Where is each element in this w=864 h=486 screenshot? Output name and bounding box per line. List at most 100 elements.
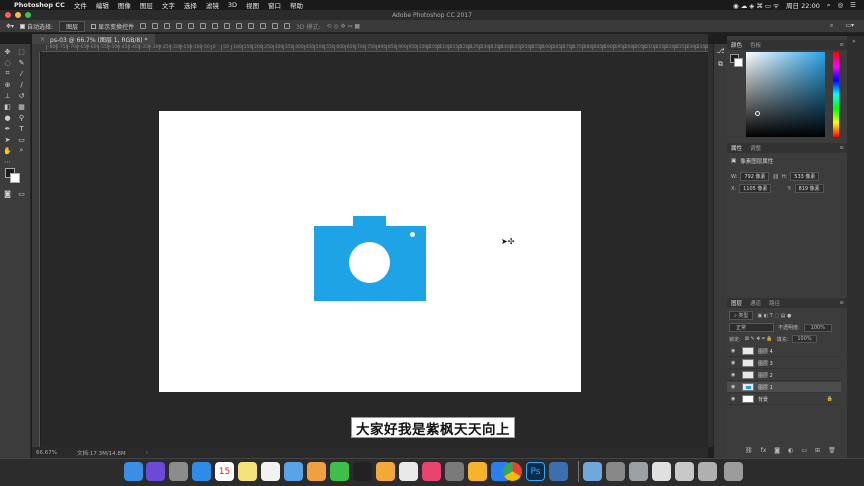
color-picker-field[interactable] [746,52,825,137]
lock-icons[interactable]: ⊠ ✎ ✥ ⌗ 🔒 [745,336,773,342]
app-window-icon[interactable] [629,462,648,481]
panel-menu-icon[interactable]: ≡ [839,42,844,48]
panel-menu-icon[interactable]: ≡ [839,300,844,306]
layer-row[interactable]: ◉ 图层 4 [727,346,841,357]
distribute-hcenter-icon[interactable] [260,23,267,29]
brush-tool-icon[interactable]: ∕ [17,80,26,89]
visibility-eye-icon[interactable]: ◉ [731,384,738,390]
visibility-eye-icon[interactable]: ◉ [731,396,738,402]
menu-item-3d[interactable]: 3D [228,1,237,9]
zoom-level[interactable]: 66.67% [36,450,57,456]
screen-capture-icon[interactable] [549,462,568,481]
fill-field[interactable]: 100% [792,335,817,343]
healing-brush-tool-icon[interactable]: ⊕ [3,80,12,89]
distribute-top-icon[interactable] [212,23,219,29]
align-right-icon[interactable] [200,23,207,29]
reminders-icon[interactable] [261,462,280,481]
new-group-icon[interactable]: ▭ [801,447,807,454]
layer-row-background[interactable]: ◉ 背景 🔒 [727,394,841,405]
eyedropper-tool-icon[interactable]: ⁄ [17,69,26,78]
finder-icon[interactable] [124,462,143,481]
trash-icon[interactable] [724,462,743,481]
app-window-icon[interactable] [652,462,671,481]
layer-filter-dropdown[interactable]: ⌕ 类型 [729,311,754,320]
chrome-icon[interactable] [503,462,522,481]
minimize-window-button[interactable] [15,12,21,18]
tab-swatches[interactable]: 色板 [750,41,761,49]
more-tools-icon[interactable]: ⋯ [3,157,12,166]
blur-tool-icon[interactable]: ● [3,113,12,122]
show-transform-checkbox[interactable]: 显示变换控件 [91,22,134,31]
status-icons[interactable]: ◉ ☁ ◈ ⌘ ▭ ᯤ [733,1,779,10]
link-layers-icon[interactable]: ⛓ [745,447,753,454]
visibility-eye-icon[interactable]: ◉ [731,372,738,378]
history-panel-icon[interactable]: ⎇ [716,46,725,55]
tab-channels[interactable]: 通道 [750,299,761,307]
close-tab-icon[interactable]: × [40,36,45,43]
menu-app-name[interactable]: Photoshop CC [14,1,65,9]
sketch-icon[interactable] [468,462,487,481]
menu-item-layer[interactable]: 图层 [140,0,153,10]
calendar-icon[interactable]: 15 [215,462,234,481]
app-window-icon[interactable] [606,462,625,481]
layer-row-active[interactable]: ◉ 图层 1 [727,382,841,393]
auto-select-dropdown[interactable]: 图层 [59,20,86,32]
move-tool-icon[interactable]: ✥▾ [6,23,14,30]
color-panel-swatch[interactable] [730,54,743,67]
menu-item-edit[interactable]: 编辑 [96,0,109,10]
layer-row[interactable]: ◉ 图层 2 [727,370,841,381]
textedit-icon[interactable] [399,462,418,481]
app-window-icon[interactable] [698,462,717,481]
menu-item-image[interactable]: 图像 [118,0,131,10]
tab-layers[interactable]: 图层 [731,299,742,307]
hand-tool-icon[interactable]: ✋ [3,146,12,155]
align-bottom-icon[interactable] [164,23,171,29]
lasso-tool-icon[interactable]: ◌ [3,58,12,67]
menu-item-select[interactable]: 选择 [184,0,197,10]
height-field[interactable]: 533 像素 [790,172,820,181]
menu-item-file[interactable]: 文件 [74,0,87,10]
launchpad-icon[interactable] [169,462,188,481]
blend-mode-dropdown[interactable]: 正常 [729,323,774,332]
path-select-tool-icon[interactable]: ➤ [3,135,12,144]
quick-select-tool-icon[interactable]: ✎ [17,58,26,67]
siri-menu-icon[interactable]: ◎ [838,1,844,9]
type-tool-icon[interactable]: T [17,124,26,133]
add-mask-icon[interactable]: ◙ [774,447,780,454]
new-layer-icon[interactable]: ⊞ [815,447,820,454]
status-arrow-icon[interactable]: › [146,450,148,456]
auto-select-checkbox[interactable]: 自动选择: [20,22,53,31]
filter-icons[interactable]: ▣ ◐ T ⬚ ▤ ● [757,313,791,319]
rectangle-tool-icon[interactable]: ▭ [17,135,26,144]
distribute-bottom-icon[interactable] [236,23,243,29]
x-field[interactable]: 1105 像素 [739,184,772,193]
align-left-icon[interactable] [176,23,183,29]
history-brush-tool-icon[interactable]: ↺ [17,91,26,100]
y-field[interactable]: 819 像素 [794,184,824,193]
safari-icon[interactable] [192,462,211,481]
folder-icon[interactable] [583,462,602,481]
document-tab[interactable]: × ps-03 @ 66.7% (图层 1, RGB/8) * [32,34,156,44]
pages-icon[interactable] [376,462,395,481]
distribute-vcenter-icon[interactable] [224,23,231,29]
menu-item-window[interactable]: 窗口 [268,0,281,10]
collapse-panels-icon[interactable]: » [852,38,856,45]
gradient-tool-icon[interactable]: ▦ [17,102,26,111]
notes-icon[interactable] [238,462,257,481]
move-tool-icon[interactable]: ✥ [3,47,12,56]
menu-item-help[interactable]: 帮助 [290,0,303,10]
tab-color[interactable]: 颜色 [731,41,742,49]
zoom-window-button[interactable] [25,12,31,18]
width-field[interactable]: 792 像素 [740,172,770,181]
eraser-tool-icon[interactable]: ◧ [3,102,12,111]
notification-center-icon[interactable]: ☰ [850,1,856,9]
hue-slider[interactable] [833,52,839,137]
align-vcenter-icon[interactable] [152,23,159,29]
adjustment-icon[interactable]: ◐ [788,447,793,454]
app-window-icon[interactable] [675,462,694,481]
properties-panel-icon[interactable]: ⧉ [716,60,725,69]
marquee-tool-icon[interactable]: ⬚ [17,47,26,56]
distribute-left-icon[interactable] [248,23,255,29]
align-hcenter-icon[interactable] [188,23,195,29]
wechat-icon[interactable] [330,462,349,481]
